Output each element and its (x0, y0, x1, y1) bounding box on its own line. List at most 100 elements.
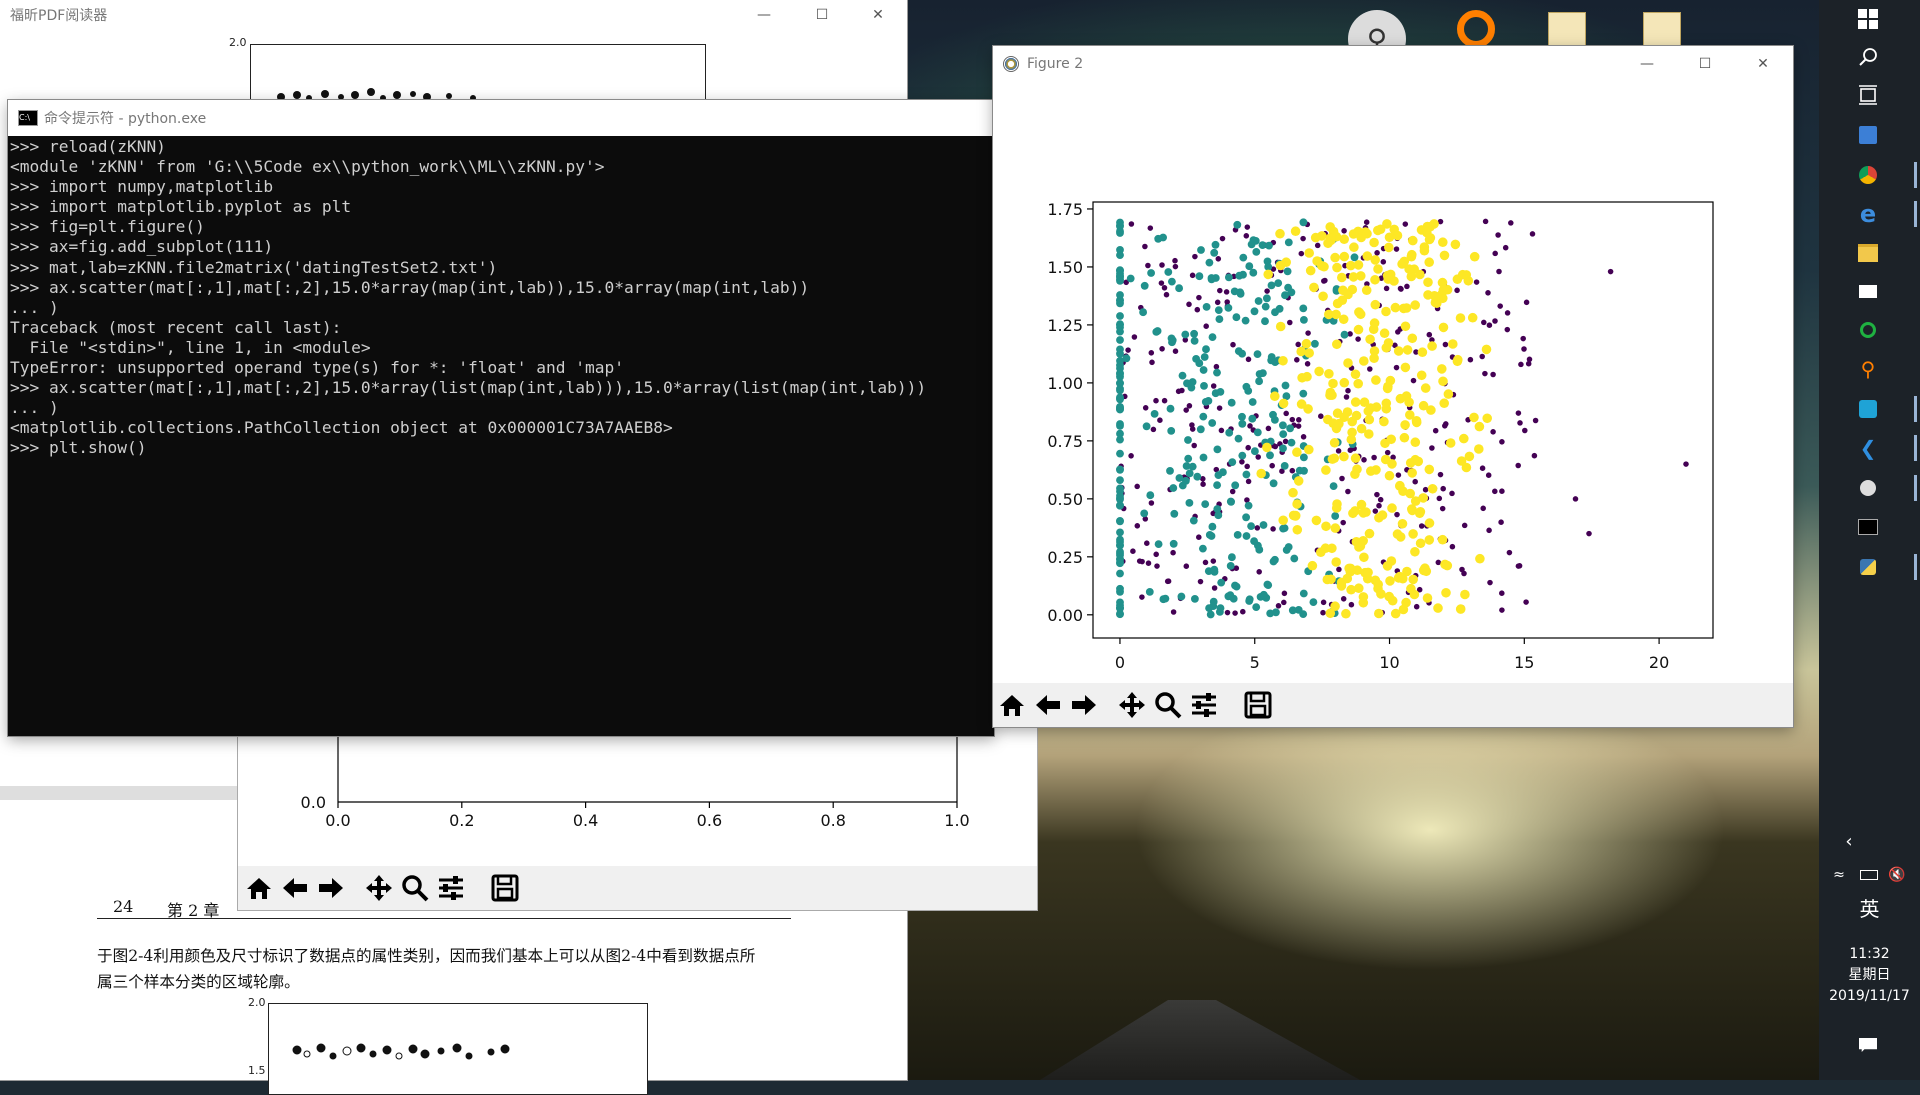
save-icon[interactable] (1241, 689, 1275, 721)
scatter-point (1279, 524, 1288, 533)
scatter-point (1253, 350, 1262, 359)
search-icon[interactable] (1851, 42, 1885, 72)
minimize-icon[interactable]: — (735, 0, 793, 30)
scatter-point (1437, 471, 1444, 478)
scatter-point (1344, 563, 1354, 574)
configure-icon[interactable] (1187, 689, 1221, 721)
mail-icon[interactable] (1851, 276, 1885, 306)
cyan-app-icon[interactable] (1851, 394, 1917, 424)
scatter-point (1166, 466, 1174, 475)
scatter-point (1340, 596, 1347, 602)
console-window[interactable]: C:\ 命令提示符 - python.exe >>> reload(zKNN) … (8, 100, 994, 736)
forward-icon[interactable] (314, 872, 348, 904)
y-tick-label: 0.50 (1047, 490, 1083, 509)
scatter-point (1461, 522, 1468, 529)
zoom-icon[interactable] (398, 872, 432, 904)
battery-icon[interactable] (1857, 860, 1881, 890)
chevron-up-icon[interactable]: ‹ (1839, 826, 1859, 856)
close-icon[interactable]: ✕ (1734, 46, 1792, 82)
scatter-point (1272, 443, 1279, 450)
configure-icon[interactable] (434, 872, 468, 904)
command-prompt-icon[interactable] (1851, 512, 1885, 542)
scatter-point (1370, 299, 1381, 310)
scatter-point (1164, 268, 1173, 276)
scatter-point (1532, 417, 1539, 424)
back-icon[interactable] (1031, 689, 1065, 721)
minimize-icon[interactable]: — (1618, 46, 1676, 82)
scatter-point (1683, 461, 1689, 467)
x-tick-label: 0 (1115, 653, 1125, 672)
scatter-point (1287, 438, 1296, 447)
pan-icon[interactable] (1115, 689, 1149, 721)
scatter-point (1523, 299, 1530, 306)
zoom-icon[interactable] (1151, 689, 1185, 721)
scatter-point (1474, 444, 1484, 454)
scatter-point (1275, 321, 1286, 332)
start-windows-icon[interactable] (1851, 4, 1885, 34)
calendar-app-icon[interactable] (1851, 120, 1885, 150)
scatter-point (1382, 270, 1393, 281)
scatter-point (1255, 545, 1264, 554)
notifications-icon[interactable] (1851, 1030, 1885, 1060)
scatter-point (1433, 603, 1443, 613)
scatter-point (1369, 353, 1379, 363)
maximize-icon[interactable]: ☐ (1676, 46, 1734, 82)
scatter-point (1116, 271, 1124, 280)
scatter-point (1365, 334, 1375, 345)
back-icon[interactable] (278, 872, 312, 904)
scatter-point (1499, 439, 1505, 445)
pdf-window-title: 福昕PDF阅读器 (10, 8, 108, 24)
pan-icon[interactable] (362, 872, 396, 904)
scatter-point (1208, 522, 1217, 531)
python-icon[interactable] (1851, 552, 1917, 582)
scatter-point (1175, 388, 1182, 395)
edge-icon[interactable]: e (1851, 199, 1917, 229)
home-icon[interactable] (995, 689, 1029, 721)
speaker-muted-icon[interactable]: 🔇 (1885, 860, 1909, 890)
scatter-point (1178, 371, 1187, 380)
save-icon[interactable] (488, 872, 522, 904)
chrome-icon[interactable] (1851, 160, 1917, 190)
scatter-point (1359, 552, 1369, 563)
search-tool-icon[interactable] (1851, 473, 1917, 503)
wifi-icon[interactable]: ≈ (1827, 860, 1851, 890)
scatter-point (1196, 294, 1202, 301)
close-icon[interactable]: ✕ (849, 0, 907, 30)
input-method-indicator[interactable]: 英 (1819, 893, 1920, 922)
scatter-point (1395, 472, 1402, 478)
scatter-point (1361, 285, 1372, 295)
scatter-point (1150, 426, 1157, 433)
green-app-icon[interactable] (1851, 315, 1885, 345)
scatter-point (1455, 604, 1466, 614)
forward-icon[interactable] (1067, 689, 1101, 721)
scatter-point (1299, 453, 1308, 462)
vscode-icon[interactable]: ❮ (1851, 433, 1917, 463)
scatter-point (1482, 218, 1489, 225)
scatter-point (1400, 362, 1411, 373)
scatter-point (1116, 435, 1124, 444)
pdf-page-number: 24 (113, 897, 134, 916)
desktop-app-icon[interactable] (1457, 10, 1495, 48)
scatter-point (1426, 331, 1433, 338)
pdf-paragraph-line-2: 属三个样本分类的区域轮廓。 (97, 973, 300, 991)
scatter-point (1417, 347, 1428, 357)
scatter-point (1215, 315, 1224, 324)
scatter-point (1167, 426, 1176, 435)
scatter-ticks: 0 5 10 15 20 0.00 0.25 0.50 0.75 1.00 1.25 1.50 1.75 (1047, 200, 1669, 672)
scatter-point (1394, 511, 1400, 518)
orange-search-app-icon[interactable]: ⚲ (1851, 354, 1885, 384)
maximize-icon[interactable]: ☐ (793, 0, 851, 30)
task-view-icon[interactable] (1851, 80, 1885, 110)
clock[interactable]: 11:32 星期日 2019/11/17 (1819, 944, 1920, 1007)
file-explorer-icon[interactable] (1851, 238, 1885, 268)
scatter-point (1362, 229, 1372, 239)
scatter-point (1170, 549, 1176, 556)
scatter-point (1175, 284, 1184, 293)
scatter-point (1384, 242, 1394, 253)
scatter-point (1287, 288, 1296, 297)
console-output[interactable]: >>> reload(zKNN) <module 'zKNN' from 'G:… (10, 137, 926, 459)
scatter-point (1139, 558, 1145, 565)
home-icon[interactable] (242, 872, 276, 904)
scatter-point (1347, 427, 1357, 438)
scatter-chart[interactable]: 0 5 10 15 20 0.00 0.25 0.50 0.75 1.00 1.25 1.50 1.75 (993, 82, 1793, 681)
